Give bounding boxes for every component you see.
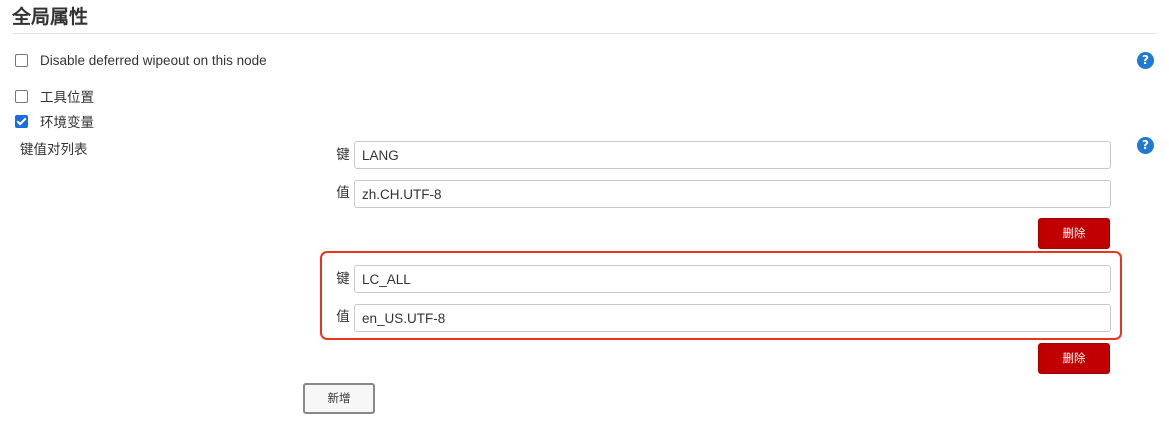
help-icon[interactable]: ? [1137, 52, 1154, 69]
entry-key-label: 键 [336, 271, 350, 286]
section-divider [12, 33, 1157, 34]
disable-wipeout-checkbox[interactable] [15, 54, 28, 67]
entry-value-label: 值 [336, 309, 350, 324]
add-button[interactable]: 新增 [303, 383, 375, 414]
kv-list-label: 键值对列表 [20, 142, 88, 157]
tool-locations-option[interactable]: 工具位置 [15, 86, 94, 106]
entry-2-key-input[interactable] [354, 265, 1111, 293]
disable-wipeout-option[interactable]: Disable deferred wipeout on this node [15, 53, 267, 68]
disable-wipeout-label: Disable deferred wipeout on this node [40, 53, 267, 68]
env-vars-label: 环境变量 [40, 115, 94, 130]
env-vars-option[interactable]: 环境变量 [15, 111, 94, 131]
tool-locations-label: 工具位置 [40, 90, 94, 105]
entry-1-value-input[interactable] [354, 180, 1111, 208]
section-title: 全局属性 [12, 7, 89, 28]
entry-1-key-input[interactable] [354, 141, 1111, 169]
entry-2-delete-button[interactable]: 删除 [1038, 343, 1110, 374]
help-icon[interactable]: ? [1137, 137, 1154, 154]
entry-key-label: 键 [336, 147, 350, 162]
env-vars-checkbox[interactable] [15, 114, 28, 128]
entry-2-value-input[interactable] [354, 304, 1111, 332]
tool-locations-checkbox[interactable] [15, 89, 28, 103]
entry-1-delete-button[interactable]: 删除 [1038, 218, 1110, 249]
entry-value-label: 值 [336, 185, 350, 200]
